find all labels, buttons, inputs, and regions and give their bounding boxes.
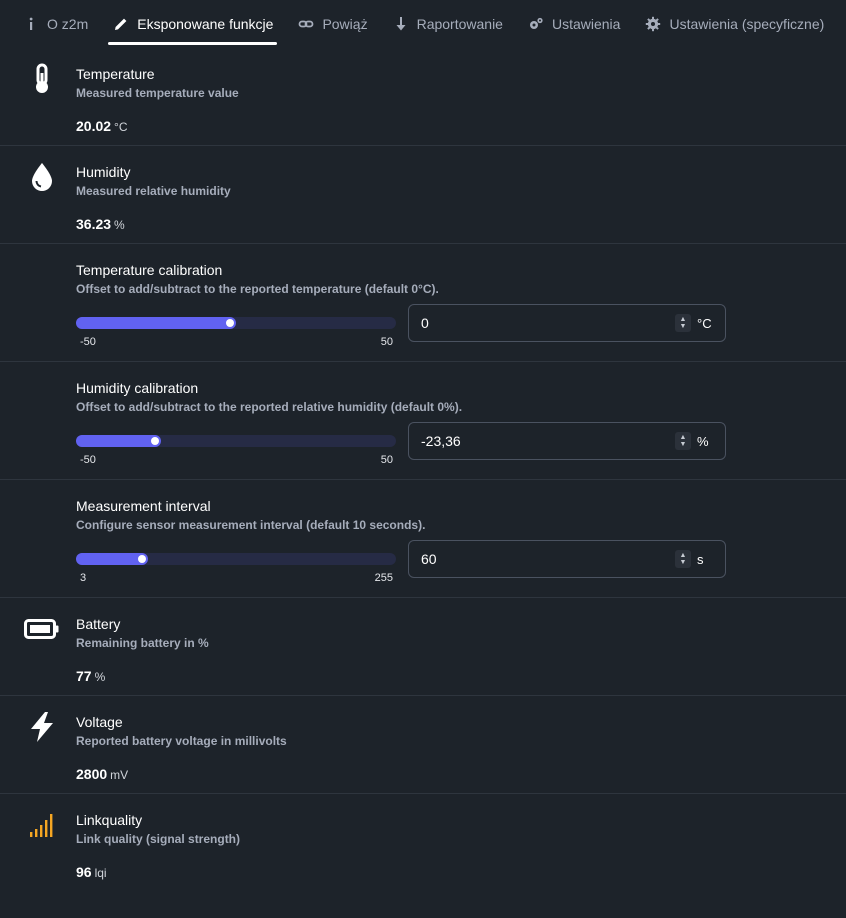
tab-reporting[interactable]: Raportowanie: [380, 4, 515, 44]
tab-exposes[interactable]: Eksponowane funkcje: [100, 4, 285, 45]
feature-battery: Battery Remaining battery in % 77%: [0, 598, 846, 696]
feature-title: Humidity: [76, 164, 131, 180]
value-number: 96: [76, 864, 92, 880]
feature-description: Offset to add/subtract to the reported r…: [76, 400, 463, 414]
feature-description: Remaining battery in %: [76, 636, 209, 650]
thermometer-icon: [24, 62, 60, 96]
tab-label: Eksponowane funkcje: [137, 16, 274, 32]
input-unit: s: [697, 551, 704, 567]
slider-fill: [76, 435, 161, 447]
feature-title: Temperature calibration: [76, 262, 223, 278]
link-icon: [297, 15, 315, 33]
input-value: 0: [421, 315, 429, 331]
tab-specific-settings[interactable]: Ustawienia (specyficzne): [632, 4, 836, 44]
feature-measurement-interval: Measurement interval Configure sensor me…: [0, 480, 846, 598]
gear-icon: [644, 15, 662, 33]
tab-bind[interactable]: Powiąż: [285, 4, 379, 44]
slider-min-label: -50: [80, 336, 96, 348]
value-unit: %: [114, 218, 125, 232]
feature-value: 96 lqi: [76, 863, 846, 882]
chevron-down-icon[interactable]: ▼: [680, 559, 687, 566]
value-number: 36.23: [76, 216, 112, 232]
tab-settings[interactable]: Ustawienia: [515, 4, 632, 44]
feature-value: 20.02 °C: [76, 117, 846, 136]
tab-label: Raportowanie: [416, 16, 503, 32]
slider-max-label: 50: [380, 454, 393, 466]
number-stepper[interactable]: ▲ ▼: [675, 432, 691, 450]
tab-bar: O z2m Eksponowane funkcje Powiąż Raporto…: [0, 0, 846, 48]
feature-value: 36.23%: [76, 215, 846, 234]
feature-title: Temperature: [76, 66, 155, 82]
tab-label: Ustawienia: [551, 16, 621, 32]
chevron-up-icon[interactable]: ▲: [680, 316, 687, 323]
droplet-icon: [24, 160, 60, 194]
value-unit: lqi: [94, 866, 107, 880]
feature-humidity-calibration: Humidity calibration Offset to add/subtr…: [0, 362, 846, 480]
value-unit: °C: [114, 120, 128, 134]
gears-icon: [527, 15, 545, 33]
signal-icon: [24, 808, 60, 842]
feature-description: Offset to add/subtract to the reported t…: [76, 282, 439, 296]
feature-description: Measured temperature value: [76, 86, 239, 100]
tab-about[interactable]: O z2m: [10, 4, 100, 44]
feature-description: Link quality (signal strength): [76, 832, 241, 846]
number-stepper[interactable]: ▲ ▼: [675, 314, 691, 332]
number-stepper[interactable]: ▲ ▼: [675, 550, 691, 568]
value-unit: mV: [110, 768, 129, 782]
slider-max-label: 255: [374, 572, 393, 584]
tab-more[interactable]: [836, 4, 846, 44]
slider-fill: [76, 317, 236, 329]
tab-label: Powiąż: [322, 16, 368, 32]
input-unit: %: [697, 433, 709, 449]
feature-title: Measurement interval: [76, 498, 211, 514]
interval-control: 3 255 60 ▲ ▼ s: [76, 540, 846, 603]
input-value: -23,36: [421, 433, 461, 449]
slider-max-label: 50: [380, 336, 393, 348]
chevron-up-icon[interactable]: ▲: [680, 434, 687, 441]
slider-min-label: -50: [80, 454, 96, 466]
feature-humidity: Humidity Measured relative humidity 36.2…: [0, 146, 846, 244]
pencil-icon: [112, 15, 130, 33]
range-slider[interactable]: [76, 317, 396, 329]
value-unit: %: [94, 670, 106, 684]
range-slider[interactable]: [76, 553, 396, 565]
arrow-down-icon: [392, 15, 410, 33]
range-slider[interactable]: [76, 435, 396, 447]
feature-linkquality: Linkquality Link quality (signal strengt…: [0, 794, 846, 904]
slider-handle[interactable]: [138, 555, 146, 563]
feature-description: Reported battery voltage in millivolts: [76, 734, 287, 748]
feature-title: Linkquality: [76, 812, 143, 828]
bolt-icon: [24, 710, 60, 744]
info-icon: [22, 15, 40, 33]
feature-title: Battery: [76, 616, 121, 632]
feature-title: Voltage: [76, 714, 123, 730]
feature-description: Configure sensor measurement interval (d…: [76, 518, 426, 532]
chevron-down-icon[interactable]: ▼: [680, 441, 687, 448]
feature-voltage: Voltage Reported battery voltage in mill…: [0, 696, 846, 794]
tab-label: O z2m: [47, 16, 89, 32]
value-number: 20.02: [76, 118, 112, 134]
chevron-up-icon[interactable]: ▲: [680, 552, 687, 559]
feature-title: Humidity calibration: [76, 380, 199, 396]
value-number: 2800: [76, 766, 108, 782]
value-number: 77: [76, 668, 92, 684]
number-input[interactable]: 60 ▲ ▼ s: [408, 540, 726, 578]
calibration-control: -50 50 -23,36 ▲ ▼ %: [76, 422, 846, 485]
number-input[interactable]: 0 ▲ ▼ °C: [408, 304, 726, 342]
slider-min-label: 3: [80, 572, 87, 584]
input-value: 60: [421, 551, 437, 567]
feature-value: 77%: [76, 667, 846, 686]
chevron-down-icon[interactable]: ▼: [680, 323, 687, 330]
number-input[interactable]: -23,36 ▲ ▼ %: [408, 422, 726, 460]
input-unit: °C: [697, 315, 712, 331]
feature-value: 2800 mV: [76, 765, 846, 784]
slider-handle[interactable]: [226, 319, 234, 327]
battery-icon: [24, 612, 60, 646]
tab-label: Ustawienia (specyficzne): [669, 16, 825, 32]
feature-temperature-calibration: Temperature calibration Offset to add/su…: [0, 244, 846, 362]
slider-handle[interactable]: [151, 437, 159, 445]
calibration-control: -50 50 0 ▲ ▼ °C: [76, 304, 846, 367]
feature-description: Measured relative humidity: [76, 184, 231, 198]
feature-temperature: Temperature Measured temperature value 2…: [0, 48, 846, 146]
